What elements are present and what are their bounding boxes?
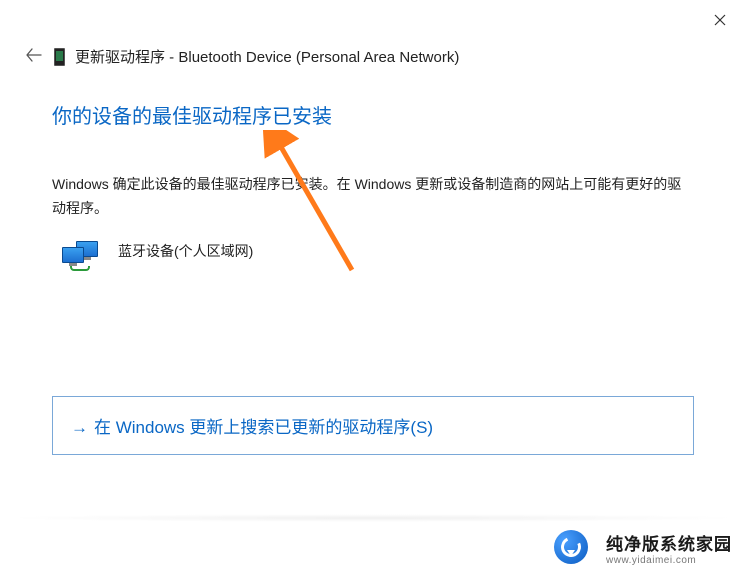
dialog-content: 你的设备的最佳驱动程序已安装 Windows 确定此设备的最佳驱动程序已安装。在…: [52, 100, 694, 269]
action-link-container[interactable]: → 在 Windows 更新上搜索已更新的驱动程序(S): [52, 396, 694, 455]
content-description: Windows 确定此设备的最佳驱动程序已安装。在 Windows 更新或设备制…: [52, 173, 694, 221]
search-windows-update-link[interactable]: → 在 Windows 更新上搜索已更新的驱动程序(S): [71, 418, 433, 437]
title-prefix: 更新驱动程序: [75, 49, 165, 66]
watermark-logo-icon: [554, 530, 588, 564]
dialog-header: 更新驱动程序 - Bluetooth Device (Personal Area…: [24, 46, 722, 67]
shadow-divider: [0, 514, 746, 522]
title-sep: -: [165, 49, 178, 66]
dialog-title: 更新驱动程序 - Bluetooth Device (Personal Area…: [75, 46, 459, 67]
dialog-window: 更新驱动程序 - Bluetooth Device (Personal Area…: [0, 0, 746, 574]
title-device: Bluetooth Device (Personal Area Network): [178, 49, 459, 66]
watermark: 纯净版系统家园 www.yidaimei.com: [606, 530, 732, 566]
close-icon: [714, 14, 726, 26]
back-button[interactable]: [24, 46, 44, 67]
back-arrow-icon: [26, 48, 42, 62]
network-device-icon: [62, 241, 100, 269]
device-label: 蓝牙设备(个人区域网): [118, 239, 253, 261]
device-icon: [54, 48, 65, 66]
close-button[interactable]: [708, 8, 732, 32]
action-link-label: 在 Windows 更新上搜索已更新的驱动程序(S): [94, 418, 433, 437]
arrow-right-icon: →: [71, 418, 88, 437]
watermark-url: www.yidaimei.com: [606, 555, 732, 566]
device-row: 蓝牙设备(个人区域网): [62, 239, 694, 269]
watermark-brand: 纯净版系统家园: [606, 530, 732, 555]
content-heading: 你的设备的最佳驱动程序已安装: [52, 100, 694, 129]
